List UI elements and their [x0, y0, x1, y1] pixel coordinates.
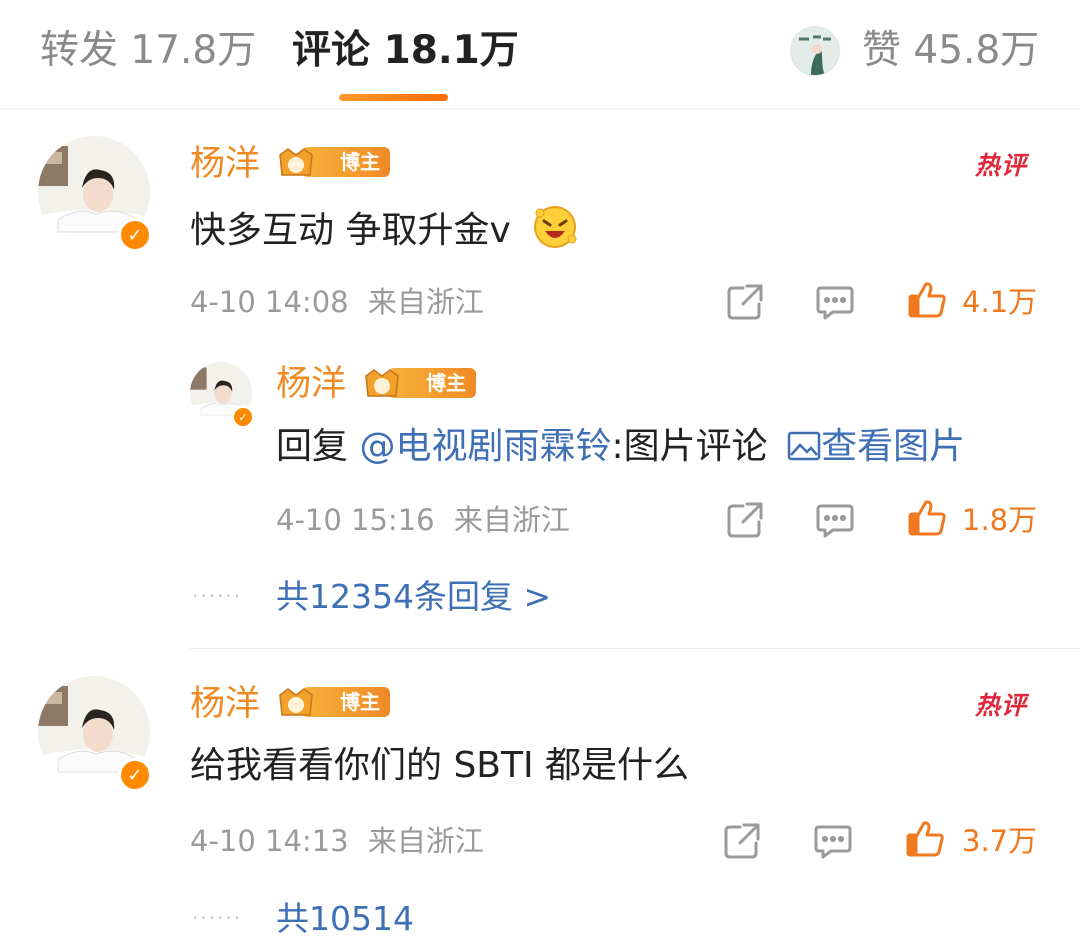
active-tab-indicator: [339, 94, 448, 101]
view-image-link[interactable]: 查看图片: [787, 426, 965, 467]
blogger-medal: 博主: [362, 366, 476, 400]
like-thumb-icon[interactable]: [907, 280, 947, 320]
verified-badge-icon: ✓: [232, 406, 254, 428]
share-icon[interactable]: [725, 282, 765, 322]
share-icon[interactable]: [725, 500, 765, 540]
username[interactable]: 杨洋: [190, 142, 260, 186]
laugh-emoji-icon: [530, 203, 580, 261]
reply-icon[interactable]: [815, 282, 855, 322]
more-replies-link[interactable]: 共10514: [276, 898, 414, 940]
crown-medal-icon: [365, 369, 399, 397]
comment-text: 给我看看你们的 SBTI 都是什么: [190, 745, 690, 786]
avatar[interactable]: ✓: [38, 676, 152, 792]
tab-comments[interactable]: 评论 18.1万: [292, 26, 519, 76]
comment-tabs: 转发 17.8万 评论 18.1万 赞 45.8万: [0, 0, 1080, 109]
image-icon: [787, 431, 821, 461]
ellipsis-icon: ······: [192, 906, 243, 930]
reply-icon[interactable]: [815, 500, 855, 540]
tab-likes[interactable]: 赞 45.8万: [862, 26, 1039, 76]
crown-medal-icon: [279, 688, 313, 716]
like-thumb-icon[interactable]: [907, 498, 947, 538]
like-thumb-icon[interactable]: [905, 819, 945, 859]
blogger-medal: 博主: [276, 145, 390, 179]
reply-body: :图片评论: [611, 426, 768, 467]
crown-medal-icon: [279, 148, 313, 176]
comment-meta: 4-10 14:13 来自浙江: [190, 823, 484, 859]
comment-time: 4-10 14:08: [190, 285, 349, 319]
avatar[interactable]: ✓: [38, 136, 152, 252]
share-icon[interactable]: [722, 821, 762, 861]
reply-meta: 4-10 15:16 来自浙江: [276, 502, 570, 538]
like-count[interactable]: 4.1万: [962, 284, 1037, 320]
reply-icon[interactable]: [813, 821, 853, 861]
hot-comment-badge: 热评: [975, 151, 1028, 180]
view-image-label: 查看图片: [821, 426, 966, 467]
comment-time: 4-10 14:13: [190, 824, 349, 858]
reply-location: 来自浙江: [453, 503, 570, 537]
ellipsis-icon: ······: [192, 584, 243, 608]
more-replies-link[interactable]: 共12354条回复 >: [276, 576, 551, 618]
comment-location: 来自浙江: [367, 824, 484, 858]
reply-text: 回复 @电视剧雨霖铃:图片评论 查看图片: [276, 424, 965, 470]
blogger-medal: 博主: [276, 685, 390, 719]
mention-link[interactable]: @电视剧雨霖铃: [359, 426, 611, 467]
like-count[interactable]: 3.7万: [962, 823, 1037, 859]
comment-body: 快多互动 争取升金v: [190, 210, 511, 251]
reply-prefix: 回复: [276, 426, 349, 467]
comment-divider: [190, 648, 1080, 649]
reply-username[interactable]: 杨洋: [276, 362, 346, 406]
tab-repost[interactable]: 转发 17.8万: [40, 26, 256, 76]
username[interactable]: 杨洋: [190, 682, 260, 726]
hot-comment-badge: 热评: [975, 691, 1028, 720]
reply-time: 4-10 15:16: [276, 503, 435, 537]
reply-like-count[interactable]: 1.8万: [962, 502, 1037, 538]
comment-location: 来自浙江: [367, 285, 484, 319]
verified-badge-icon: ✓: [118, 758, 152, 792]
verified-badge-icon: ✓: [118, 218, 152, 252]
liker-avatar[interactable]: [790, 26, 840, 76]
comment-text: 快多互动 争取升金v: [190, 203, 580, 261]
reply-avatar[interactable]: ✓: [190, 362, 254, 428]
comment-meta: 4-10 14:08 来自浙江: [190, 284, 484, 320]
